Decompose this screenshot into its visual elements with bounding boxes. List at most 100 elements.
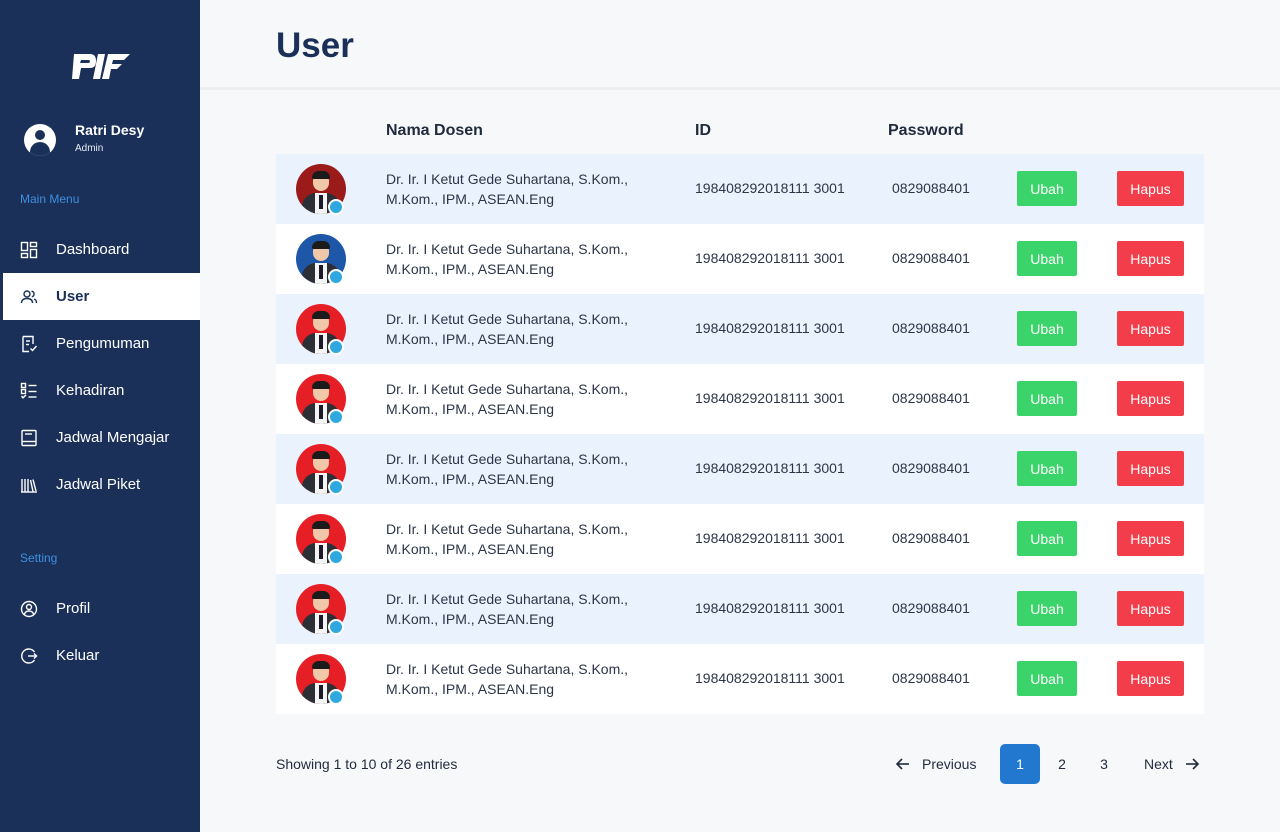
lecturer-password: 0829088401 xyxy=(892,460,970,476)
edit-button[interactable]: Ubah xyxy=(1017,311,1077,346)
arrow-left-icon xyxy=(895,758,909,770)
online-status-icon xyxy=(328,479,344,495)
sidebar-item-label: Profil xyxy=(56,600,91,617)
lecturer-name: Dr. Ir. I Ketut Gede Suhartana, S.Kom., … xyxy=(386,661,629,697)
lecturer-password: 0829088401 xyxy=(892,670,970,686)
lecturer-password: 0829088401 xyxy=(892,320,970,336)
online-status-icon xyxy=(328,339,344,355)
delete-button[interactable]: Hapus xyxy=(1117,521,1184,556)
online-status-icon xyxy=(328,549,344,565)
sidebar-item-dashboard[interactable]: Dashboard xyxy=(3,226,200,273)
attendance-list-icon xyxy=(20,382,38,400)
sidebar-item-label: Kehadiran xyxy=(56,382,125,399)
profile-role: Admin xyxy=(75,143,104,154)
edit-button[interactable]: Ubah xyxy=(1017,451,1077,486)
profile-name: Ratri Desy xyxy=(75,122,145,138)
sidebar-item-jadwal-mengajar[interactable]: Jadwal Mengajar xyxy=(3,414,200,461)
delete-button[interactable]: Hapus xyxy=(1117,241,1184,276)
lecturer-password: 0829088401 xyxy=(892,250,970,266)
table-row: Dr. Ir. I Ketut Gede Suhartana, S.Kom., … xyxy=(276,294,1204,364)
table-row: Dr. Ir. I Ketut Gede Suhartana, S.Kom., … xyxy=(276,644,1204,714)
online-status-icon xyxy=(328,689,344,705)
table-row: Dr. Ir. I Ketut Gede Suhartana, S.Kom., … xyxy=(276,434,1204,504)
lecturer-password: 0829088401 xyxy=(892,530,970,546)
lecturer-password: 0829088401 xyxy=(892,180,970,196)
lecturer-name: Dr. Ir. I Ketut Gede Suhartana, S.Kom., … xyxy=(386,311,629,347)
library-icon xyxy=(20,476,38,494)
previous-page-button[interactable]: Previous xyxy=(895,744,976,784)
column-header-password[interactable]: Password xyxy=(888,122,964,140)
column-header-id[interactable]: ID xyxy=(695,122,711,140)
delete-button[interactable]: Hapus xyxy=(1117,171,1184,206)
delete-button[interactable]: Hapus xyxy=(1117,451,1184,486)
sidebar-item-kehadiran[interactable]: Kehadiran xyxy=(3,367,200,414)
entries-info: Showing 1 to 10 of 26 entries xyxy=(276,756,458,772)
lecturer-id: 198408292018111 3001 xyxy=(695,600,845,616)
sidebar-item-jadwal-piket[interactable]: Jadwal Piket xyxy=(3,461,200,508)
lecturer-name: Dr. Ir. I Ketut Gede Suhartana, S.Kom., … xyxy=(386,381,629,417)
next-label: Next xyxy=(1144,756,1173,772)
page-button-3[interactable]: 3 xyxy=(1084,744,1124,784)
sidebar-item-pengumuman[interactable]: Pengumuman xyxy=(3,320,200,367)
edit-button[interactable]: Ubah xyxy=(1017,661,1077,696)
lecturer-password: 0829088401 xyxy=(892,600,970,616)
delete-button[interactable]: Hapus xyxy=(1117,661,1184,696)
lecturer-id: 198408292018111 3001 xyxy=(695,320,845,336)
online-status-icon xyxy=(328,409,344,425)
lecturer-name: Dr. Ir. I Ketut Gede Suhartana, S.Kom., … xyxy=(386,171,629,207)
edit-button[interactable]: Ubah xyxy=(1017,521,1077,556)
delete-button[interactable]: Hapus xyxy=(1117,591,1184,626)
edit-button[interactable]: Ubah xyxy=(1017,591,1077,626)
sidebar-item-label: Pengumuman xyxy=(56,335,150,352)
edit-button[interactable]: Ubah xyxy=(1017,171,1077,206)
lecturer-name: Dr. Ir. I Ketut Gede Suhartana, S.Kom., … xyxy=(386,451,629,487)
page-button-2[interactable]: 2 xyxy=(1042,744,1082,784)
sidebar-item-label: User xyxy=(56,288,90,305)
lecturer-id: 198408292018111 3001 xyxy=(695,460,845,476)
edit-button[interactable]: Ubah xyxy=(1017,241,1077,276)
delete-button[interactable]: Hapus xyxy=(1117,311,1184,346)
table-row: Dr. Ir. I Ketut Gede Suhartana, S.Kom., … xyxy=(276,154,1204,224)
arrow-right-icon xyxy=(1185,758,1199,770)
online-status-icon xyxy=(328,619,344,635)
page-button-1[interactable]: 1 xyxy=(1000,744,1040,784)
profile-icon xyxy=(20,600,38,618)
edit-button[interactable]: Ubah xyxy=(1017,381,1077,416)
setting-label: Setting xyxy=(20,551,58,565)
sidebar-item-label: Keluar xyxy=(56,647,100,664)
main-menu-label: Main Menu xyxy=(20,192,80,206)
table-row: Dr. Ir. I Ketut Gede Suhartana, S.Kom., … xyxy=(276,364,1204,434)
delete-button[interactable]: Hapus xyxy=(1117,381,1184,416)
sidebar-item-label: Dashboard xyxy=(56,241,130,258)
lecturer-name: Dr. Ir. I Ketut Gede Suhartana, S.Kom., … xyxy=(386,241,629,277)
lecturer-id: 198408292018111 3001 xyxy=(695,670,845,686)
logout-icon xyxy=(20,647,38,665)
users-icon xyxy=(20,288,38,306)
lecturer-id: 198408292018111 3001 xyxy=(695,530,845,546)
column-header-name[interactable]: Nama Dosen xyxy=(386,122,483,140)
lecturer-id: 198408292018111 3001 xyxy=(695,250,845,266)
table-row: Dr. Ir. I Ketut Gede Suhartana, S.Kom., … xyxy=(276,224,1204,294)
dashboard-icon xyxy=(20,241,38,259)
previous-label: Previous xyxy=(922,756,977,772)
lecturer-password: 0829088401 xyxy=(892,390,970,406)
sidebar-item-user[interactable]: User xyxy=(3,273,200,320)
sidebar-item-keluar[interactable]: Keluar xyxy=(3,632,200,679)
sidebar: Ratri Desy Admin Main Menu Dashboard Use… xyxy=(0,0,200,832)
lecturer-id: 198408292018111 3001 xyxy=(695,180,845,196)
user-profile[interactable]: Ratri Desy Admin xyxy=(24,122,144,156)
online-status-icon xyxy=(328,269,344,285)
sidebar-item-label: Jadwal Piket xyxy=(56,476,141,493)
sidebar-item-profil[interactable]: Profil xyxy=(3,585,200,632)
sidebar-item-label: Jadwal Mengajar xyxy=(56,429,170,446)
logo-icon[interactable] xyxy=(72,48,130,82)
avatar-icon xyxy=(24,124,56,156)
next-page-button[interactable]: Next xyxy=(1144,744,1200,784)
header: User xyxy=(200,0,1280,90)
book-icon xyxy=(20,429,38,447)
table-row: Dr. Ir. I Ketut Gede Suhartana, S.Kom., … xyxy=(276,574,1204,644)
table-row: Dr. Ir. I Ketut Gede Suhartana, S.Kom., … xyxy=(276,504,1204,574)
online-status-icon xyxy=(328,199,344,215)
lecturer-name: Dr. Ir. I Ketut Gede Suhartana, S.Kom., … xyxy=(386,521,629,557)
lecturer-name: Dr. Ir. I Ketut Gede Suhartana, S.Kom., … xyxy=(386,591,629,627)
